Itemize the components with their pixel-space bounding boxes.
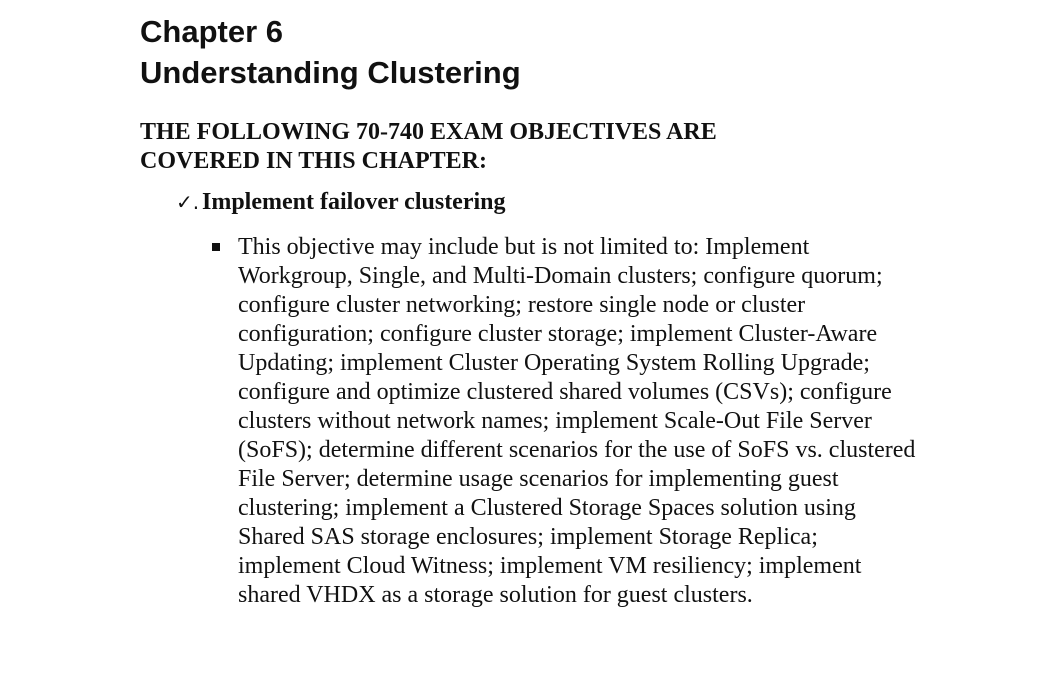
objective-detail-text: This objective may include but is not li… [238,234,916,608]
square-bullet-icon [212,243,220,251]
objective-item: ✓. Implement failover clustering [176,187,506,217]
objectives-heading: THE FOLLOWING 70-740 EXAM OBJECTIVES ARE… [140,119,717,174]
chapter-number: Chapter 6 [140,14,283,49]
objective-details-list: This objective may include but is not li… [212,233,932,610]
document-page: Chapter 6 Understanding Clustering THE F… [0,0,1046,673]
objective-title: Implement failover clustering [202,189,506,215]
objective-detail-item: This objective may include but is not li… [212,233,932,610]
check-icon: ✓. [176,190,200,214]
chapter-title: Understanding Clustering [140,55,521,90]
